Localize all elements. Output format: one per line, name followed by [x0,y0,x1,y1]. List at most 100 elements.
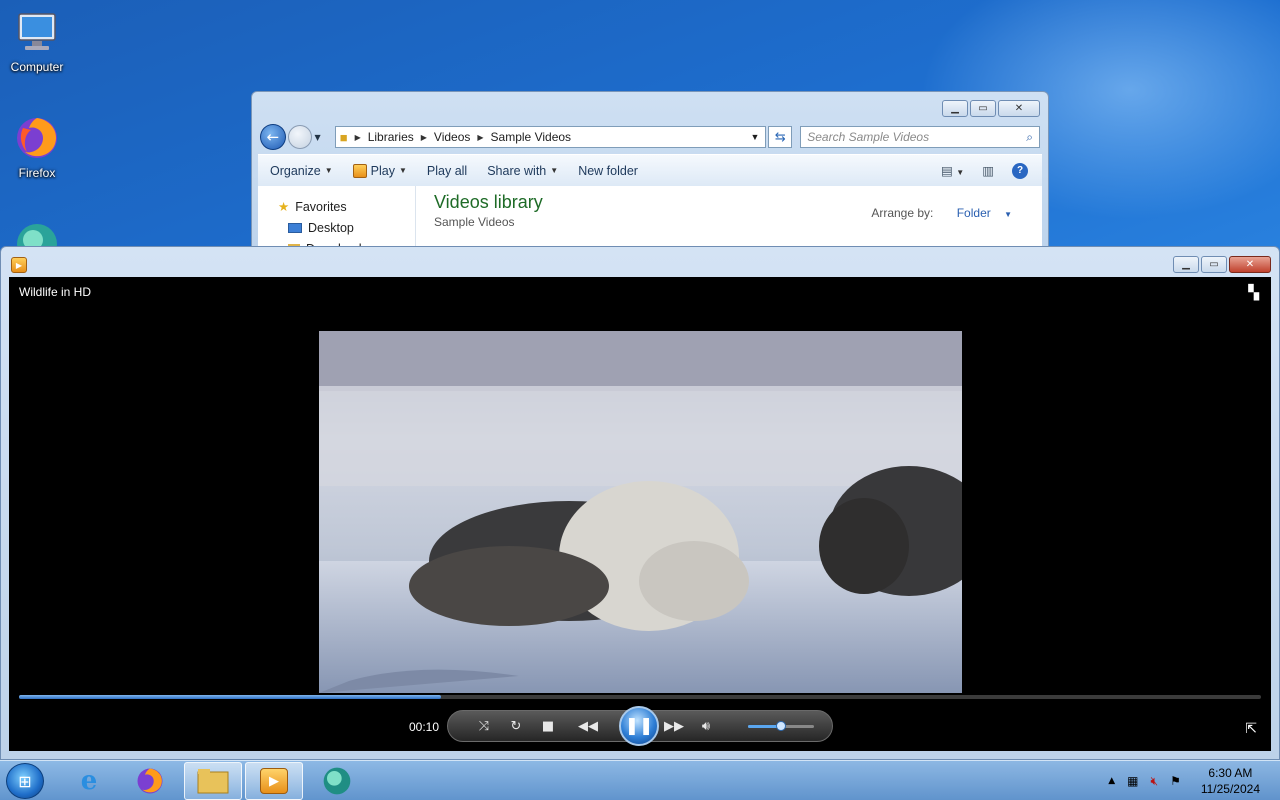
maximize-button[interactable]: ▭ [970,100,996,117]
volume-slider[interactable] [748,721,814,731]
share-with-label: Share with [487,163,547,178]
switch-to-library-icon[interactable]: ▚ [1248,285,1259,301]
desktop-icon-firefox[interactable]: Firefox [0,114,74,180]
organize-button[interactable]: Organize ▼ [258,164,343,178]
video-scene [319,331,962,693]
rewind-icon: ◀◀ [578,718,598,734]
chevron-right-icon: ▶ [354,132,361,142]
desktop-folder-icon [288,222,302,233]
player-window-controls: ▁ ▭ ✕ [1173,256,1271,273]
explorer-window-controls: ▁ ▭ ✕ [942,100,1040,117]
firefox-icon [13,114,61,162]
clock-date: 11/25/2024 [1200,782,1260,796]
mute-button[interactable]: 🔊︎ [690,713,722,739]
pause-button[interactable]: ❚❚ [619,706,659,746]
nav-favorites[interactable]: ★ Favorites [278,196,415,217]
history-dropdown-icon[interactable]: ▼ [315,133,321,142]
view-options-icon[interactable]: ▤ ▼ [941,163,964,178]
network-icon[interactable]: ▦ [1127,774,1138,788]
play-button[interactable]: Play ▼ [343,163,417,178]
address-dropdown-icon[interactable]: ▼ [751,132,760,142]
back-arrow-icon: ← [266,128,280,146]
search-input[interactable]: Search Sample Videos ⌕ [800,126,1040,148]
back-button[interactable]: ← [260,124,286,150]
chevron-down-icon: ▼ [324,166,333,175]
folder-icon: ■ [339,129,348,145]
maximize-button[interactable]: ▭ [1201,256,1227,273]
taskbar-firefox[interactable] [121,762,179,800]
repeat-button[interactable]: ↻ [500,713,532,739]
volume-knob[interactable] [776,721,786,731]
action-center-flag-icon[interactable]: ⚑ [1170,774,1181,788]
explorer-nav-row: ← ▼ ■ ▶ Libraries ▶ Videos ▶ Sample Vide… [260,124,1040,150]
minimize-button[interactable]: ▁ [942,100,968,117]
app-globe-icon [323,767,351,795]
play-all-button[interactable]: Play all [417,164,477,178]
new-folder-button[interactable]: New folder [568,164,648,178]
clock[interactable]: 6:30 AM 11/25/2024 [1201,765,1260,797]
refresh-button[interactable]: ⇆ [768,126,793,148]
organize-label: Organize [270,163,321,178]
desktop-icon-computer[interactable]: Computer [0,8,74,74]
breadcrumb-videos[interactable]: Videos [434,130,470,144]
media-player-window[interactable]: ▶ ▁ ▭ ✕ Wildlife in HD ▚ 00:10 ⤨ ↻ ■ ◀◀ … [0,246,1280,760]
taskbar-media-player[interactable]: ▶ [245,762,303,800]
fullscreen-icon[interactable]: ⇱ [1245,721,1257,737]
explorer-toolbar: Organize ▼ Play ▼ Play all Share with ▼ New… [258,154,1042,186]
next-button[interactable]: ▶▶ [658,713,690,739]
previous-button[interactable]: ◀◀ [572,713,604,739]
forward-button[interactable] [287,125,312,149]
nav-desktop[interactable]: Desktop [278,217,415,238]
start-button[interactable]: ⊞ [6,763,44,799]
shuffle-icon: ⤨ [478,718,490,734]
chevron-down-icon: ▼ [398,166,407,175]
folder-icon [197,769,229,794]
close-button[interactable]: ✕ [1229,256,1271,273]
volume-muted-icon[interactable]: 🔇︎ [1151,774,1159,789]
media-player-icon [352,163,367,178]
clock-time: 6:30 AM [1208,766,1253,780]
chevron-right-icon: ▶ [420,132,427,142]
firefox-icon [137,768,163,794]
stop-button[interactable]: ■ [532,713,564,739]
video-frame[interactable] [319,331,962,693]
chevron-right-icon: ▶ [477,132,484,142]
share-with-button[interactable]: Share with ▼ [477,164,568,178]
repeat-icon: ↻ [510,718,522,734]
preview-pane-icon[interactable]: ▥ [982,163,994,178]
new-folder-label: New folder [578,163,638,178]
search-placeholder: Search Sample Videos [807,130,930,144]
refresh-icon: ⇆ [774,129,786,145]
breadcrumb-libraries[interactable]: Libraries [368,130,414,144]
seek-bar-progress [19,695,442,699]
nav-label: Favorites [295,199,347,214]
fast-forward-icon: ▶▶ [664,718,684,734]
windows-logo-icon: ⊞ [18,771,32,791]
taskbar: ⊞ e ▶ ▲ ▦ 🔇︎ ⚑ 6:30 AM 11/25/2024 [0,760,1280,800]
show-hidden-icons-icon[interactable]: ▲ [1108,776,1115,786]
chevron-down-icon: ▼ [1004,210,1012,219]
minimize-button[interactable]: ▁ [1173,256,1199,273]
play-all-label: Play all [426,163,468,178]
arrange-by: Arrange by: Folder ▼ [871,206,1012,220]
nav-label: Desktop [308,220,354,235]
stop-icon: ■ [541,718,555,734]
video-area[interactable]: Wildlife in HD ▚ 00:10 ⤨ ↻ ■ ◀◀ ❚❚ ▶▶ 🔊︎… [9,277,1271,751]
taskbar-internet-explorer[interactable]: e [60,762,118,800]
address-bar[interactable]: ■ ▶ Libraries ▶ Videos ▶ Sample Videos ▼ [334,126,767,148]
desktop-icon-label: Firefox [18,166,56,180]
arrange-label: Arrange by: [871,206,934,220]
close-button[interactable]: ✕ [998,100,1040,117]
breadcrumb-sample-videos[interactable]: Sample Videos [491,130,572,144]
taskbar-explorer[interactable] [184,762,242,800]
seek-bar[interactable] [19,695,1261,699]
playback-controls: ⤨ ↻ ■ ◀◀ ❚❚ ▶▶ 🔊︎ [447,706,833,746]
arrange-by-dropdown[interactable]: Folder ▼ [947,206,1012,220]
taskbar-app[interactable] [308,762,366,800]
explorer-window[interactable]: ▁ ▭ ✕ ← ▼ ■ ▶ Libraries ▶ Videos ▶ Sampl… [251,91,1049,261]
help-icon[interactable]: ? [1012,162,1028,179]
video-title: Wildlife in HD [19,285,92,299]
media-player-icon: ▶ [260,768,288,794]
media-player-icon: ▶ [11,257,27,273]
shuffle-button[interactable]: ⤨ [468,713,500,739]
